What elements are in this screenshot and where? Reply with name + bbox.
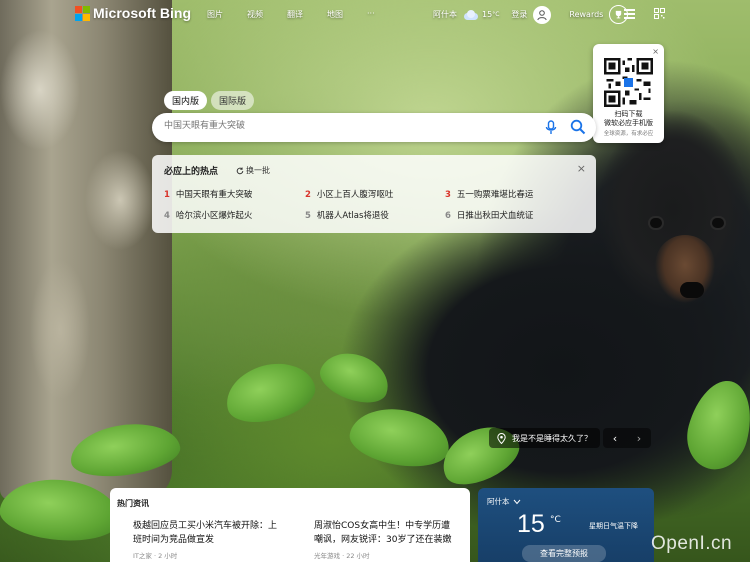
trending-rank: 3 (445, 190, 451, 200)
bear-eye-left (650, 218, 662, 228)
qr-caption-line3: 全球资源，有求必应 (603, 131, 654, 137)
trending-item[interactable]: 6 日推出秋田犬血统证 (445, 209, 533, 221)
weather-temp-unit: °C (492, 11, 500, 18)
trending-panel: 必应上的热点 换一批 × 1 中国天眼有重大突破 2 小区上百人腹泻呕吐 3 五一购票… (152, 155, 596, 233)
nav-images[interactable]: 图片 (207, 9, 223, 20)
image-info-button[interactable]: 我是不是睡得太久了？ (489, 428, 600, 448)
search-box (152, 113, 596, 142)
watermark: OpenI.cn (651, 533, 733, 554)
trending-item[interactable]: 3 五一购票难堪比春运 (445, 188, 533, 200)
cloud-icon (462, 9, 478, 20)
image-nav: ‹ › (603, 428, 651, 448)
microsoft-logo-icon (75, 6, 90, 21)
trending-text: 中国天眼有重大突破 (175, 190, 253, 200)
menu-icon[interactable] (624, 9, 635, 21)
chevron-down-icon (513, 499, 520, 504)
previous-image-button[interactable]: ‹ (603, 428, 627, 448)
trending-rank: 6 (445, 211, 451, 221)
trending-rank: 5 (305, 211, 311, 221)
trending-rank: 2 (305, 190, 311, 200)
weather-city[interactable]: 阿什本 (433, 9, 457, 20)
search-icon[interactable] (570, 119, 586, 135)
refresh-icon (236, 166, 244, 174)
news-item[interactable]: 极越回应员工买小米汽车被开除：上班时间为竞品做宣发 IT之家 · 2 小时 (133, 519, 278, 560)
trending-item[interactable]: 4 哈尔滨小区爆炸起火 (164, 209, 252, 221)
news-card-title: 热门资讯 (117, 499, 149, 508)
region-tabs: 国内版 国际版 (164, 91, 255, 110)
rewards-link[interactable]: Rewards (569, 10, 603, 19)
login-link[interactable]: 登录 (511, 9, 527, 20)
weather-card: 阿什本 15 °C 星期日气温下降 查看完整预报 (478, 488, 654, 562)
weather-temp[interactable]: 15 (482, 10, 492, 19)
refresh-button[interactable]: 换一批 (236, 165, 270, 176)
nav-translate[interactable]: 翻译 (287, 9, 303, 20)
tab-international[interactable]: 国际版 (211, 91, 255, 110)
image-caption-text: 我是不是睡得太久了？ (512, 433, 592, 443)
trending-title: 必应上的热点 (164, 167, 219, 177)
qr-caption-line2: 微软必应手机版 (604, 119, 653, 127)
nav-more[interactable]: ··· (367, 9, 375, 20)
trending-rank: 4 (164, 211, 170, 221)
trending-text: 哈尔滨小区爆炸起火 (175, 211, 253, 221)
trending-item[interactable]: 1 中国天眼有重大突破 (164, 188, 252, 200)
tab-domestic[interactable]: 国内版 (164, 91, 208, 110)
qr-code-icon[interactable] (654, 8, 665, 19)
refresh-label: 换一批 (246, 166, 270, 175)
trending-item[interactable]: 5 机器人Atlas将退役 (305, 209, 389, 221)
news-headline: 极越回应员工买小米汽车被开除：上班时间为竞品做宣发 (133, 521, 278, 545)
top-nav: 图片 视频 翻译 地图 ··· (207, 9, 399, 20)
trending-text: 小区上百人腹泻呕吐 (316, 190, 394, 200)
weather-card-unit: °C (550, 515, 561, 525)
news-source: IT之家 · 2 小时 (133, 552, 178, 560)
trending-text: 机器人Atlas将退役 (316, 211, 389, 221)
top-right: 阿什本 15 °C 登录 Rewards (433, 5, 629, 24)
user-avatar-icon[interactable] (533, 5, 552, 24)
full-forecast-button[interactable]: 查看完整预报 (522, 545, 606, 562)
trending-item[interactable]: 2 小区上百人腹泻呕吐 (305, 188, 393, 200)
search-input[interactable] (162, 120, 526, 132)
trending-rank: 1 (164, 190, 170, 200)
weather-card-city-label: 阿什本 (487, 497, 510, 506)
news-headline: 周淑怡COS女高中生！中专学历遭嘲讽，网友锐评：30岁了还在装嫩 (314, 521, 452, 545)
qr-popup-close-icon[interactable]: × (652, 47, 659, 56)
news-item[interactable]: 周淑怡COS女高中生！中专学历遭嘲讽，网友锐评：30岁了还在装嫩 光年游戏 · … (314, 519, 459, 560)
weather-card-city[interactable]: 阿什本 (487, 496, 521, 507)
trending-text: 五一购票难堪比春运 (456, 190, 534, 200)
bear-snout (655, 235, 715, 310)
qr-code-image (604, 58, 653, 107)
news-card: 热门资讯 极越回应员工买小米汽车被开除：上班时间为竞品做宣发 IT之家 · 2 … (110, 488, 470, 562)
next-image-button[interactable]: › (627, 428, 651, 448)
location-pin-icon (497, 432, 506, 444)
microphone-icon[interactable] (544, 120, 558, 135)
weather-card-desc: 星期日气温下降 (589, 522, 638, 530)
brand-name: Microsoft Bing (93, 5, 191, 21)
nav-maps[interactable]: 地图 (327, 9, 343, 20)
bear-nose (680, 282, 704, 298)
trending-text: 日推出秋田犬血统证 (456, 211, 534, 221)
bear-eye-right (712, 218, 724, 228)
top-bar: Microsoft Bing 图片 视频 翻译 地图 ··· 阿什本 15 °C… (0, 0, 750, 28)
trending-close-icon[interactable]: × (577, 162, 586, 175)
nav-videos[interactable]: 视频 (247, 9, 263, 20)
news-source: 光年游戏 · 22 小时 (314, 552, 370, 560)
weather-card-temp: 15 (517, 510, 545, 538)
qr-download-popup: × 扫码下载 微软必应手机版 全球资源，有求必应 (593, 44, 664, 143)
bing-logo[interactable]: Microsoft Bing (75, 5, 191, 21)
